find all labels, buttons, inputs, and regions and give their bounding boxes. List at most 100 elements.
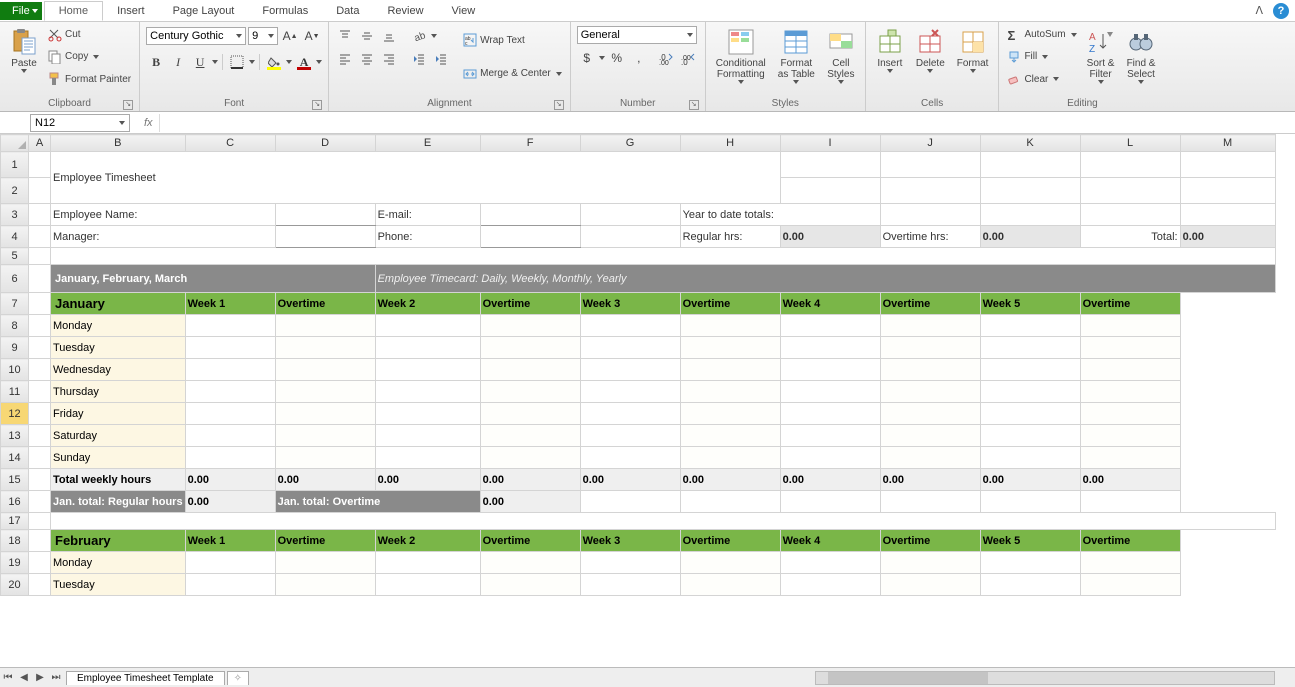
email-label[interactable]: E-mail: [375,204,480,226]
cell[interactable] [275,359,375,381]
wrap-text-button[interactable]: abcWrap Text [461,32,564,48]
document-title[interactable]: Employee Timesheet [51,152,781,204]
paste-button[interactable]: Paste [6,24,42,90]
cell[interactable] [1080,574,1180,596]
week-header[interactable]: Week 3 [580,530,680,552]
cell[interactable] [375,359,480,381]
jan-total-regular-value[interactable]: 0.00 [185,491,275,513]
day-label[interactable]: Tuesday [51,574,186,596]
cell[interactable] [580,425,680,447]
cell[interactable] [680,381,780,403]
cell[interactable] [580,359,680,381]
quarter-subtitle[interactable]: Employee Timecard: Daily, Weekly, Monthl… [375,265,1275,293]
cell[interactable] [780,381,880,403]
cell[interactable] [1080,315,1180,337]
overtime-header[interactable]: Overtime [880,530,980,552]
regular-hrs-label[interactable]: Regular hrs: [680,226,780,248]
dialog-launcher-icon[interactable]: ↘ [123,100,133,110]
col-header[interactable]: C [185,135,275,152]
total-label[interactable]: Total: [1080,226,1180,248]
col-header[interactable]: G [580,135,680,152]
cell[interactable] [980,337,1080,359]
month-header[interactable]: January [51,293,186,315]
cell[interactable] [375,447,480,469]
total-value[interactable]: 0.00 [880,469,980,491]
minimize-ribbon-icon[interactable]: ᐱ [1251,2,1267,19]
dialog-launcher-icon[interactable]: ↘ [554,100,564,110]
employee-name-field[interactable] [275,204,375,226]
prev-sheet-button[interactable]: ◀ [16,670,32,686]
cell[interactable] [275,403,375,425]
font-name-select[interactable]: Century Gothic [146,27,246,45]
row-header[interactable]: 19 [1,552,29,574]
cell[interactable] [185,447,275,469]
cell[interactable] [980,381,1080,403]
cell[interactable] [480,381,580,403]
total-value[interactable]: 0.00 [185,469,275,491]
help-icon[interactable]: ? [1273,3,1289,19]
format-as-table-button[interactable]: Format as Table [774,24,819,90]
fx-icon[interactable]: fx [138,117,159,129]
conditional-formatting-button[interactable]: Conditional Formatting [712,24,770,90]
cell[interactable] [1080,359,1180,381]
cell[interactable] [185,337,275,359]
cell[interactable] [375,403,480,425]
align-middle-button[interactable] [357,26,377,46]
total-value[interactable]: 0.00 [1180,226,1275,248]
align-left-button[interactable] [335,49,355,69]
cell[interactable] [580,574,680,596]
week-header[interactable]: Week 2 [375,293,480,315]
row-header[interactable]: 8 [1,315,29,337]
regular-hrs-value[interactable]: 0.00 [780,226,880,248]
tab-formulas[interactable]: Formulas [248,2,322,20]
cell[interactable] [680,552,780,574]
row-header[interactable]: 18 [1,530,29,552]
total-value[interactable]: 0.00 [680,469,780,491]
border-button[interactable] [227,52,247,72]
employee-name-label[interactable]: Employee Name: [51,204,276,226]
cell[interactable] [980,447,1080,469]
jan-total-overtime-label[interactable]: Jan. total: Overtime [275,491,480,513]
tab-insert[interactable]: Insert [103,2,159,20]
cell[interactable] [1080,337,1180,359]
cell[interactable] [1080,552,1180,574]
week-header[interactable]: Week 5 [980,530,1080,552]
row-header[interactable]: 20 [1,574,29,596]
cell[interactable] [480,315,580,337]
percent-format-button[interactable]: % [607,48,627,68]
cell[interactable] [375,337,480,359]
format-cells-button[interactable]: Format [953,24,993,90]
col-header[interactable]: H [680,135,780,152]
font-size-select[interactable]: 9 [248,27,278,45]
cut-button[interactable]: Cut [46,27,133,43]
row-header[interactable]: 7 [1,293,29,315]
cell[interactable] [375,425,480,447]
align-right-button[interactable] [379,49,399,69]
cell[interactable] [680,359,780,381]
number-format-select[interactable]: General [577,26,697,44]
col-header[interactable]: F [480,135,580,152]
cell[interactable] [780,425,880,447]
row-header[interactable]: 4 [1,226,29,248]
cell[interactable] [880,552,980,574]
cell[interactable] [1080,425,1180,447]
day-label[interactable]: Monday [51,552,186,574]
tab-page-layout[interactable]: Page Layout [159,2,249,20]
overtime-hrs-label[interactable]: Overtime hrs: [880,226,980,248]
first-sheet-button[interactable]: ⏮ [0,670,16,686]
col-header[interactable]: D [275,135,375,152]
sort-filter-button[interactable]: AZSort & Filter [1083,24,1119,90]
cell[interactable] [880,381,980,403]
cell[interactable] [780,403,880,425]
col-header[interactable]: L [1080,135,1180,152]
week-header[interactable]: Week 4 [780,293,880,315]
cell[interactable] [680,403,780,425]
name-box[interactable]: N12 [30,114,130,132]
chevron-down-icon[interactable] [249,60,255,64]
accounting-format-button[interactable]: $ [577,48,597,68]
total-value[interactable]: 0.00 [780,469,880,491]
insert-cells-button[interactable]: Insert [872,24,908,90]
cell[interactable] [185,552,275,574]
overtime-header[interactable]: Overtime [275,530,375,552]
col-header[interactable]: B [51,135,186,152]
